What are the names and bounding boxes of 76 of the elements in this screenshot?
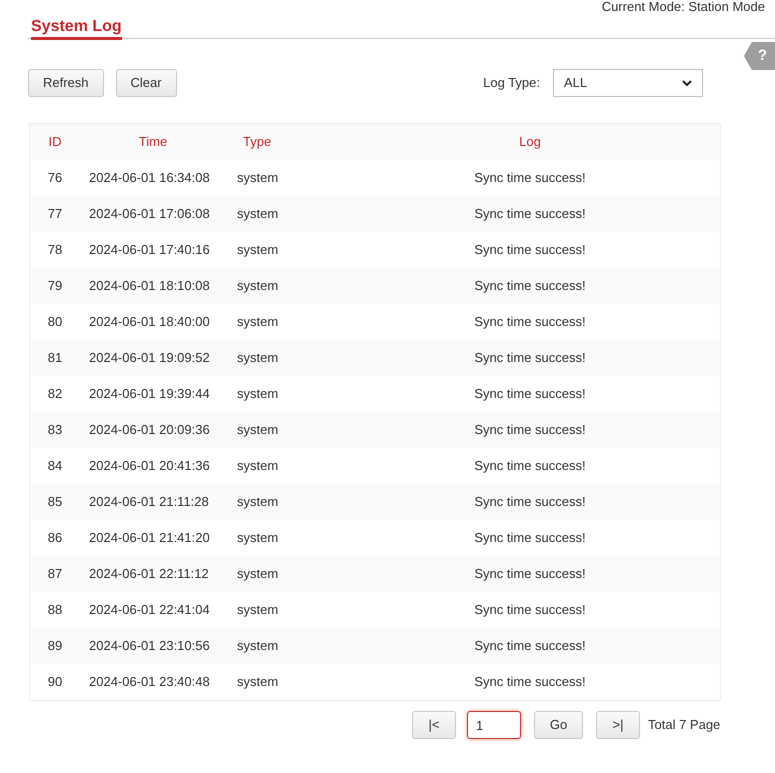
table-cell-text: system	[237, 673, 278, 692]
table-cell-text: 2024-06-01 22:11:12	[89, 565, 209, 584]
table-cell-text: 2024-06-01 23:40:48	[89, 673, 210, 692]
table-cell-text: 2024-06-01 23:10:56	[89, 637, 210, 656]
table-cell-text: 87	[48, 565, 62, 584]
total-pages-label: Total 7 Page	[648, 716, 720, 734]
clear-button[interactable]: Clear	[116, 69, 177, 97]
table-cell-text: 2024-06-01 20:41:36	[89, 457, 210, 476]
table-cell-text: system	[237, 529, 278, 548]
table-cell-text: 78	[48, 241, 62, 260]
table-cell-text: system	[237, 565, 278, 584]
first-page-button[interactable]: |<	[412, 711, 456, 739]
table-cell-text: 2024-06-01 19:09:52	[89, 349, 210, 368]
last-page-button[interactable]: >|	[596, 711, 640, 739]
column-header: Log	[519, 133, 541, 152]
table-cell-text: system	[237, 313, 278, 332]
table-cell-text: Sync time success!	[474, 601, 586, 620]
refresh-button[interactable]: Refresh	[28, 69, 104, 97]
mode-label: Current Mode: Station Mode	[602, 0, 765, 14]
column-header: Time	[138, 133, 168, 152]
table-cell-text: system	[237, 205, 278, 224]
table-cell-text: 2024-06-01 17:40:16	[89, 241, 210, 260]
table-cell-text: 90	[48, 673, 62, 692]
table-cell-text: Sync time success!	[474, 169, 586, 188]
table-cell-text: Sync time success!	[474, 673, 586, 692]
table-cell-text: system	[237, 637, 278, 656]
column-header: ID	[48, 133, 62, 152]
table-cell-text: 83	[48, 421, 62, 440]
table-cell-text: 79	[48, 277, 62, 296]
table-cell-text: 77	[48, 205, 62, 224]
table-cell-text: system	[237, 349, 278, 368]
table-cell-text: Sync time success!	[474, 565, 586, 584]
table-cell-text: 2024-06-01 22:41:04	[89, 601, 210, 620]
table-cell-text: system	[237, 457, 278, 476]
table-cell-text: Sync time success!	[474, 313, 586, 332]
table-cell-text: 2024-06-01 18:40:00	[89, 313, 210, 332]
table-cell-text: 2024-06-01 20:09:36	[89, 421, 210, 440]
table-cell-text: 2024-06-01 21:41:20	[89, 529, 210, 548]
table-cell-text: 82	[48, 385, 62, 404]
table-cell-text: Sync time success!	[474, 205, 586, 224]
table-cell-text: Sync time success!	[474, 421, 586, 440]
table-cell-text: system	[237, 493, 278, 512]
table-cell-text: Sync time success!	[474, 637, 586, 656]
table-cell-text: Sync time success!	[474, 277, 586, 296]
table-cell-text: 81	[48, 349, 62, 368]
table-cell-text: Sync time success!	[474, 529, 586, 548]
log-type-label: Log Type:	[483, 74, 540, 92]
page-title: System Log	[31, 18, 122, 40]
page-input[interactable]: 1	[467, 711, 521, 739]
table-cell-text: 2024-06-01 21:11:28	[89, 493, 209, 512]
table-cell-text: 86	[48, 529, 62, 548]
table-cell-text: 80	[48, 313, 62, 332]
table-cell-text: 84	[48, 457, 62, 476]
table-cell-text: system	[237, 601, 278, 620]
go-button[interactable]: Go	[534, 711, 583, 739]
table-cell-text: Sync time success!	[474, 385, 586, 404]
table-cell-text: Sync time success!	[474, 349, 586, 368]
chevron-down-icon	[682, 80, 692, 86]
table-cell-text: 85	[48, 493, 62, 512]
table-cell-text: system	[237, 241, 278, 260]
table-cell-text: 88	[48, 601, 62, 620]
table-cell-text: 89	[48, 637, 62, 656]
table-cell-text: Sync time success!	[474, 493, 586, 512]
table-cell-text: 2024-06-01 17:06:08	[89, 205, 210, 224]
table-cell-text: 2024-06-01 18:10:08	[89, 277, 210, 296]
table-cell-text: system	[237, 421, 278, 440]
table-cell-text: 76	[48, 169, 62, 188]
table-cell-text: system	[237, 277, 278, 296]
log-type-select[interactable]: ALL	[553, 69, 703, 97]
table-cell-text: Sync time success!	[474, 457, 586, 476]
table-cell-text: system	[237, 169, 278, 188]
table-cell-text: 2024-06-01 19:39:44	[89, 385, 210, 404]
table-cell-text: system	[237, 385, 278, 404]
table-cell-text: Sync time success!	[474, 241, 586, 260]
column-header: Type	[243, 133, 272, 152]
table-cell-text: 2024-06-01 16:34:08	[89, 169, 210, 188]
